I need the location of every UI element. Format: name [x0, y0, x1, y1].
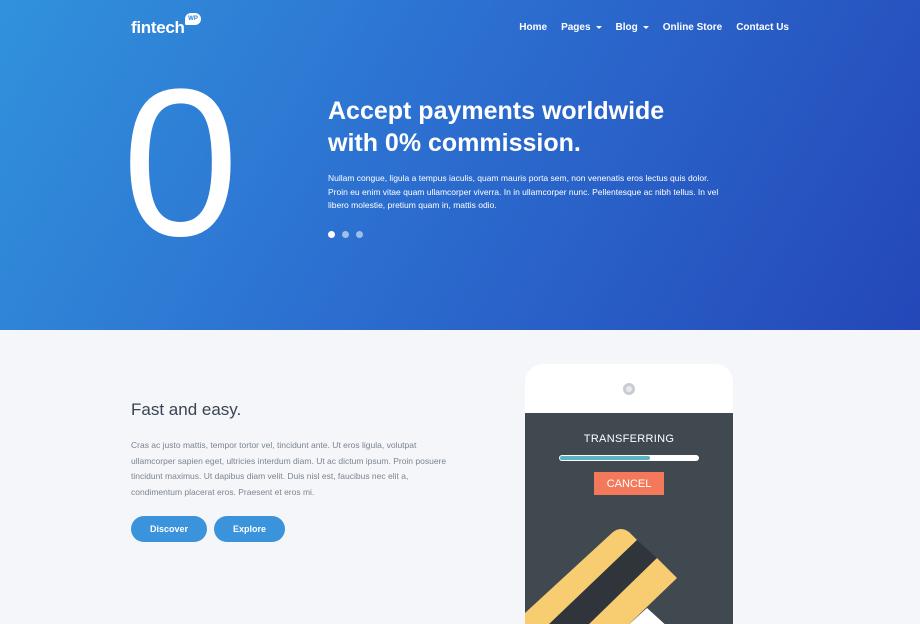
nav-item-home[interactable]: Home	[519, 22, 547, 33]
nav-item-blog[interactable]: Blog	[616, 22, 649, 33]
phone-camera-icon	[623, 383, 635, 395]
slider-dot[interactable]	[328, 231, 335, 238]
nav-label: Blog	[615, 22, 638, 33]
hero-title: Accept payments worldwide with 0% commis…	[328, 95, 748, 159]
nav-label: Home	[519, 22, 548, 33]
hero-title-line: with 0% commission.	[328, 129, 581, 157]
caret-down-icon	[642, 26, 649, 29]
hero-section: fintech WP Home Pages Blog Online Store …	[0, 0, 920, 330]
slider-dots	[328, 231, 363, 238]
discover-button[interactable]: Discover	[131, 516, 207, 542]
phone-mockup: TRANSFERRING CANCEL	[525, 364, 733, 624]
explore-button[interactable]: Explore	[214, 516, 285, 542]
nav-label: Online Store	[662, 22, 723, 33]
card-illustration	[525, 529, 677, 624]
feature-title: Fast and easy.	[131, 400, 242, 419]
hero-title-line: Accept payments worldwide	[328, 97, 665, 125]
nav-label: Pages	[561, 22, 591, 33]
logo-badge: WP	[185, 13, 201, 25]
caret-down-icon	[595, 26, 602, 29]
progress-fill	[560, 456, 650, 460]
feature-text: Cras ac justo mattis, tempor tortor vel,…	[131, 440, 447, 497]
cancel-button[interactable]: CANCEL	[594, 472, 664, 495]
nav-label: Contact Us	[736, 22, 789, 33]
nav-item-pages[interactable]: Pages	[561, 22, 602, 33]
nav-item-online-store[interactable]: Online Store	[663, 22, 722, 33]
main-nav: Home Pages Blog Online Store Contact Us	[505, 22, 789, 33]
logo[interactable]: fintech	[131, 18, 185, 38]
nav-item-contact-us[interactable]: Contact Us	[736, 22, 789, 33]
slider-dot[interactable]	[356, 231, 363, 238]
slider-dot[interactable]	[342, 231, 349, 238]
transfer-status: TRANSFERRING	[583, 433, 675, 445]
hero-big-number: 0	[122, 45, 239, 280]
progress-bar	[559, 455, 699, 461]
hero-text: Nullam congue, ligula a tempus iaculis, …	[328, 173, 719, 210]
phone-screen: TRANSFERRING CANCEL	[525, 413, 733, 624]
